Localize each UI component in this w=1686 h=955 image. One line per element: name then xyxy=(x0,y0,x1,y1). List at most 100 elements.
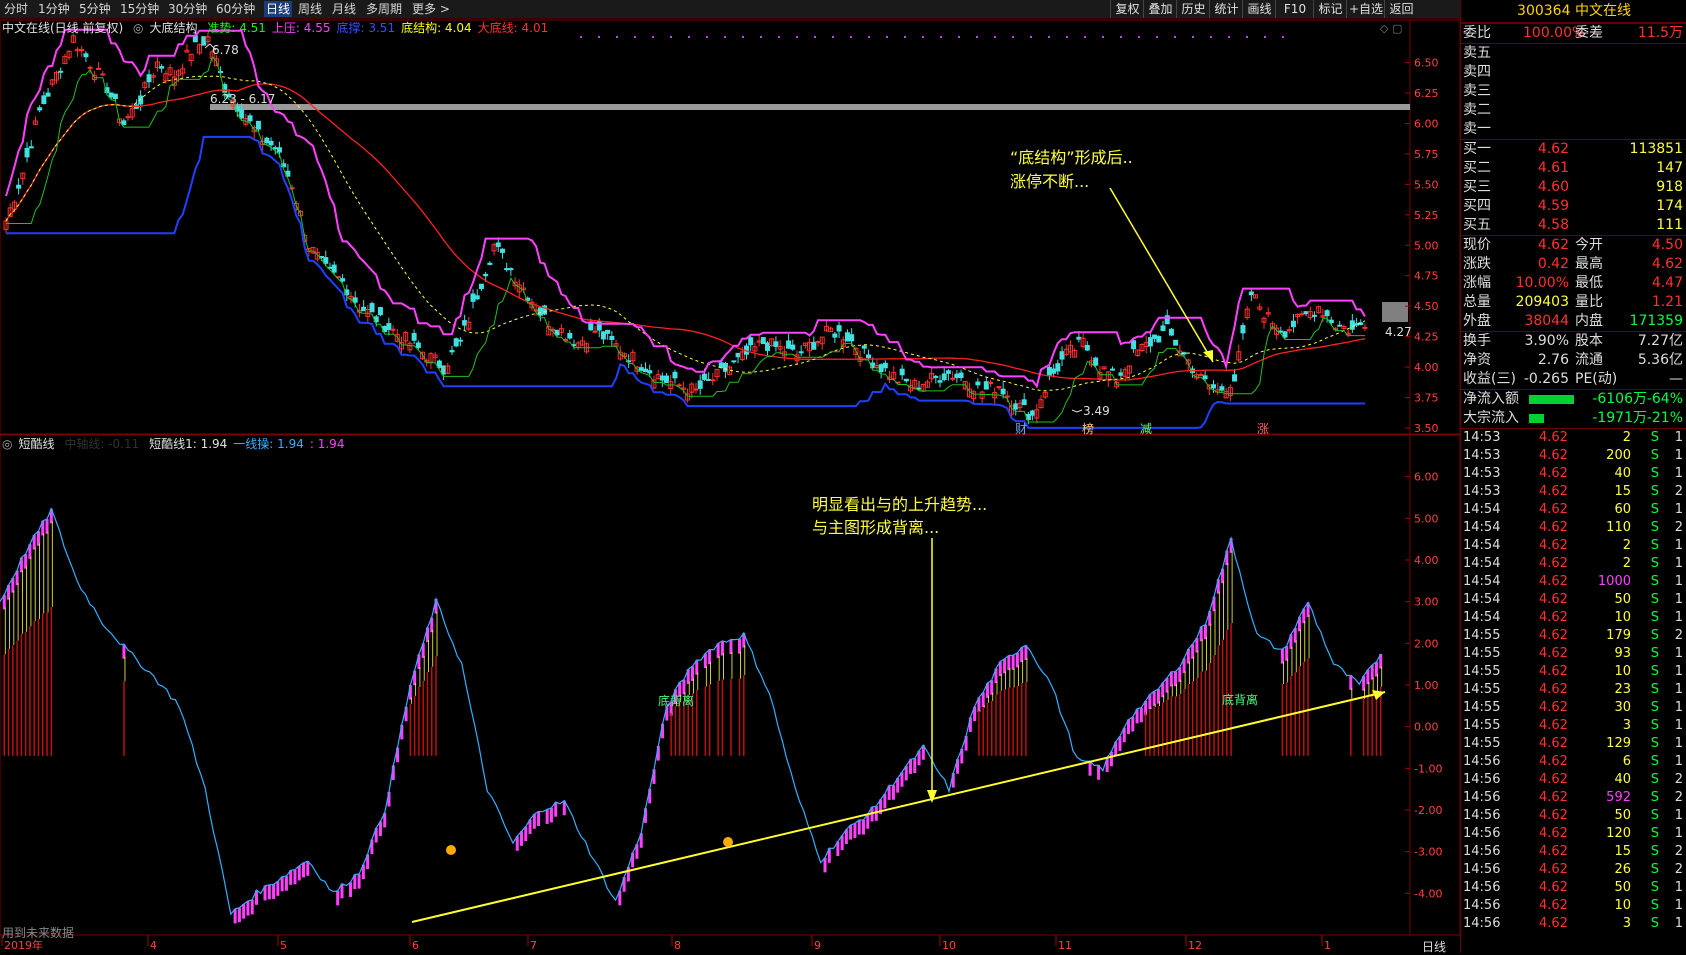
date-tick: 6 xyxy=(412,939,419,952)
tick-row[interactable]: 14:56 4.62 10 S 1 xyxy=(1461,897,1686,915)
period-tab-8[interactable]: 月线 xyxy=(332,1,356,17)
toolbar-button-8[interactable]: 返回 xyxy=(1384,0,1418,18)
price-tick: 6.00 xyxy=(1414,118,1439,131)
date-tick: 9 xyxy=(814,939,821,952)
chart-canvas[interactable]: 6.50 6.25 6.00 5.75 5.50 5.25 5.00 4.75 4.50 4.25… xyxy=(0,0,1460,953)
tick-row[interactable]: 14:54 4.62 1000 S 1 xyxy=(1461,573,1686,591)
tick-row[interactable]: 14:55 4.62 93 S 1 xyxy=(1461,645,1686,663)
sub-tick: 4.00 xyxy=(1414,554,1439,567)
tick-row[interactable]: 14:53 4.62 2 S 1 xyxy=(1461,429,1686,447)
toolbar-button-2[interactable]: 历史 xyxy=(1176,0,1210,18)
price-tick: 4.50 xyxy=(1414,300,1439,313)
tick-row[interactable]: 14:55 4.62 179 S 2 xyxy=(1461,627,1686,645)
sub-legend-faded: 中轴线: -0.11 xyxy=(64,437,140,451)
event-tag[interactable]: 减 xyxy=(1140,420,1152,437)
tick-row[interactable]: 14:56 4.62 3 S 1 xyxy=(1461,915,1686,933)
sell-row: 卖一 xyxy=(1463,121,1491,137)
tick-row[interactable]: 14:54 4.62 2 S 1 xyxy=(1461,555,1686,573)
tick-row[interactable]: 14:56 4.62 40 S 2 xyxy=(1461,771,1686,789)
period-tab-1[interactable]: 1分钟 xyxy=(38,1,70,17)
last-price-box xyxy=(1382,302,1408,322)
event-tag[interactable]: 榜 xyxy=(1082,420,1094,437)
tick-row[interactable]: 14:55 4.62 129 S 1 xyxy=(1461,735,1686,753)
date-axis: 2019年 4 5 6 7 8 9 10 11 12 1 xyxy=(1,935,1331,952)
main-legend: 中文在线(日线 前复权) ◎ 大底结构 准势: 4.51 上压: 4.55 底撑: 3… xyxy=(2,20,560,36)
tick-list[interactable]: 14:53 4.62 2 S 1 14:53 4.62 200 S 1 14:53 4.62 40 S 1 1… xyxy=(1461,428,1686,933)
buy-row: 买三 4.60 918 xyxy=(1463,179,1683,195)
fundamental-stats: 换手 3.90% 股本 7.27亿 净资 2.76 流通 5.36亿 收益(三) -0.265 PE… xyxy=(1461,331,1686,389)
tick-row[interactable]: 14:55 4.62 3 S 1 xyxy=(1461,717,1686,735)
period-tab-5[interactable]: 60分钟 xyxy=(216,1,255,17)
event-tag[interactable]: 财 xyxy=(1015,420,1027,437)
buy-orders: 买一 4.62 113851 买二 4.61 147 买三 4.60 918 买四 4.59 174 买… xyxy=(1461,139,1686,235)
sell-row: 卖五 xyxy=(1463,45,1491,61)
sub-tick: -4.00 xyxy=(1414,887,1442,900)
sub-indicator-name[interactable]: 短酷线 xyxy=(18,437,54,451)
tick-row[interactable]: 14:56 4.62 592 S 2 xyxy=(1461,789,1686,807)
legend-collapse-icon[interactable]: ◎ xyxy=(2,437,12,451)
toolbar-button-0[interactable]: 复权 xyxy=(1110,0,1144,18)
stat2-row: 净资 2.76 流通 5.36亿 xyxy=(1463,352,1683,368)
toolbar-button-1[interactable]: 叠加 xyxy=(1143,0,1177,18)
tick-row[interactable]: 14:54 4.62 2 S 1 xyxy=(1461,537,1686,555)
divergence-label-1: 底背离 xyxy=(658,694,695,708)
high-price-label: 6.78 xyxy=(212,43,239,57)
tick-row[interactable]: 14:55 4.62 23 S 1 xyxy=(1461,681,1686,699)
tick-row[interactable]: 14:56 4.62 26 S 2 xyxy=(1461,861,1686,879)
tick-row[interactable]: 14:54 4.62 110 S 2 xyxy=(1461,519,1686,537)
period-tab-2[interactable]: 5分钟 xyxy=(79,1,111,17)
last-price-label: 4.27 xyxy=(1385,325,1412,339)
legend-item: 准势: 4.51 xyxy=(207,21,266,35)
toolbar-button-5[interactable]: F10 xyxy=(1275,0,1314,18)
tick-row[interactable]: 14:54 4.62 50 S 1 xyxy=(1461,591,1686,609)
period-tab-4[interactable]: 30分钟 xyxy=(168,1,207,17)
main-annotation-1: “底结构”形成后.. xyxy=(1010,148,1133,167)
stat2-row: 收益(三) -0.265 PE(动) — xyxy=(1463,371,1683,387)
tick-row[interactable]: 14:56 4.62 50 S 1 xyxy=(1461,879,1686,897)
tick-row[interactable]: 14:54 4.62 60 S 1 xyxy=(1461,501,1686,519)
sub-value-axis: 6.00 5.00 4.00 3.00 2.00 1.00 0.00 -1.00 -2.00 -3… xyxy=(1405,471,1442,900)
tick-row[interactable]: 14:56 4.62 6 S 1 xyxy=(1461,753,1686,771)
tick-row[interactable]: 14:55 4.62 30 S 1 xyxy=(1461,699,1686,717)
period-tab-6[interactable]: 日线 xyxy=(264,1,293,17)
sell-row: 卖二 xyxy=(1463,102,1491,118)
stock-code-name[interactable]: 300364 中文在线 xyxy=(1461,0,1686,23)
toolbar-button-7[interactable]: +自选 xyxy=(1346,0,1385,18)
period-tab-10[interactable]: 更多 > xyxy=(412,1,450,17)
legend-collapse-icon[interactable]: ◎ xyxy=(133,21,143,35)
stat-row: 外盘 38044 内盘 171359 xyxy=(1463,313,1683,329)
arrow-main xyxy=(1109,187,1214,363)
flow-row: 净流入额 -6106万 -64% xyxy=(1463,391,1683,407)
tick-row[interactable]: 14:53 4.62 40 S 1 xyxy=(1461,465,1686,483)
pane-expand-icon[interactable]: ◇ ▢ xyxy=(1380,22,1402,35)
low-price-label: 3.49 xyxy=(1083,404,1110,418)
x-axis-period[interactable]: 日线 xyxy=(1422,938,1446,955)
tick-row[interactable]: 14:56 4.62 120 S 1 xyxy=(1461,825,1686,843)
main-annotation-2: 涨停不断... xyxy=(1010,172,1090,191)
toolbar-button-6[interactable]: 标记 xyxy=(1313,0,1347,18)
buy-row: 买一 4.62 113851 xyxy=(1463,141,1683,157)
toolbar-button-3[interactable]: 统计 xyxy=(1209,0,1243,18)
tick-row[interactable]: 14:56 4.62 50 S 1 xyxy=(1461,807,1686,825)
tick-row[interactable]: 14:54 4.62 10 S 1 xyxy=(1461,609,1686,627)
period-tab-9[interactable]: 多周期 xyxy=(366,1,402,17)
toolbar-button-4[interactable]: 画线 xyxy=(1242,0,1276,18)
event-tag[interactable]: 涨 xyxy=(1257,420,1269,437)
date-tick: 5 xyxy=(280,939,287,952)
tick-row[interactable]: 14:53 4.62 15 S 2 xyxy=(1461,483,1686,501)
tick-row[interactable]: 14:56 4.62 15 S 2 xyxy=(1461,843,1686,861)
tick-row[interactable]: 14:55 4.62 10 S 1 xyxy=(1461,663,1686,681)
sub-tick: 0.00 xyxy=(1414,721,1439,734)
period-tab-7[interactable]: 周线 xyxy=(298,1,322,17)
period-tab-3[interactable]: 15分钟 xyxy=(120,1,159,17)
date-tick: 10 xyxy=(942,939,956,952)
flow-row: 大宗流入 -1971万 -21% xyxy=(1463,410,1683,426)
legend-indicator-name[interactable]: 大底结构 xyxy=(150,21,198,35)
sub-pane[interactable] xyxy=(0,434,1460,936)
tick-row[interactable]: 14:53 4.62 200 S 1 xyxy=(1461,447,1686,465)
price-tick: 5.75 xyxy=(1414,148,1439,161)
sell-row: 卖三 xyxy=(1463,83,1491,99)
period-tab-0[interactable]: 分时 xyxy=(4,1,28,17)
range-label: 6.23 - 6.17 xyxy=(210,92,276,106)
price-tick: 4.00 xyxy=(1414,361,1439,374)
